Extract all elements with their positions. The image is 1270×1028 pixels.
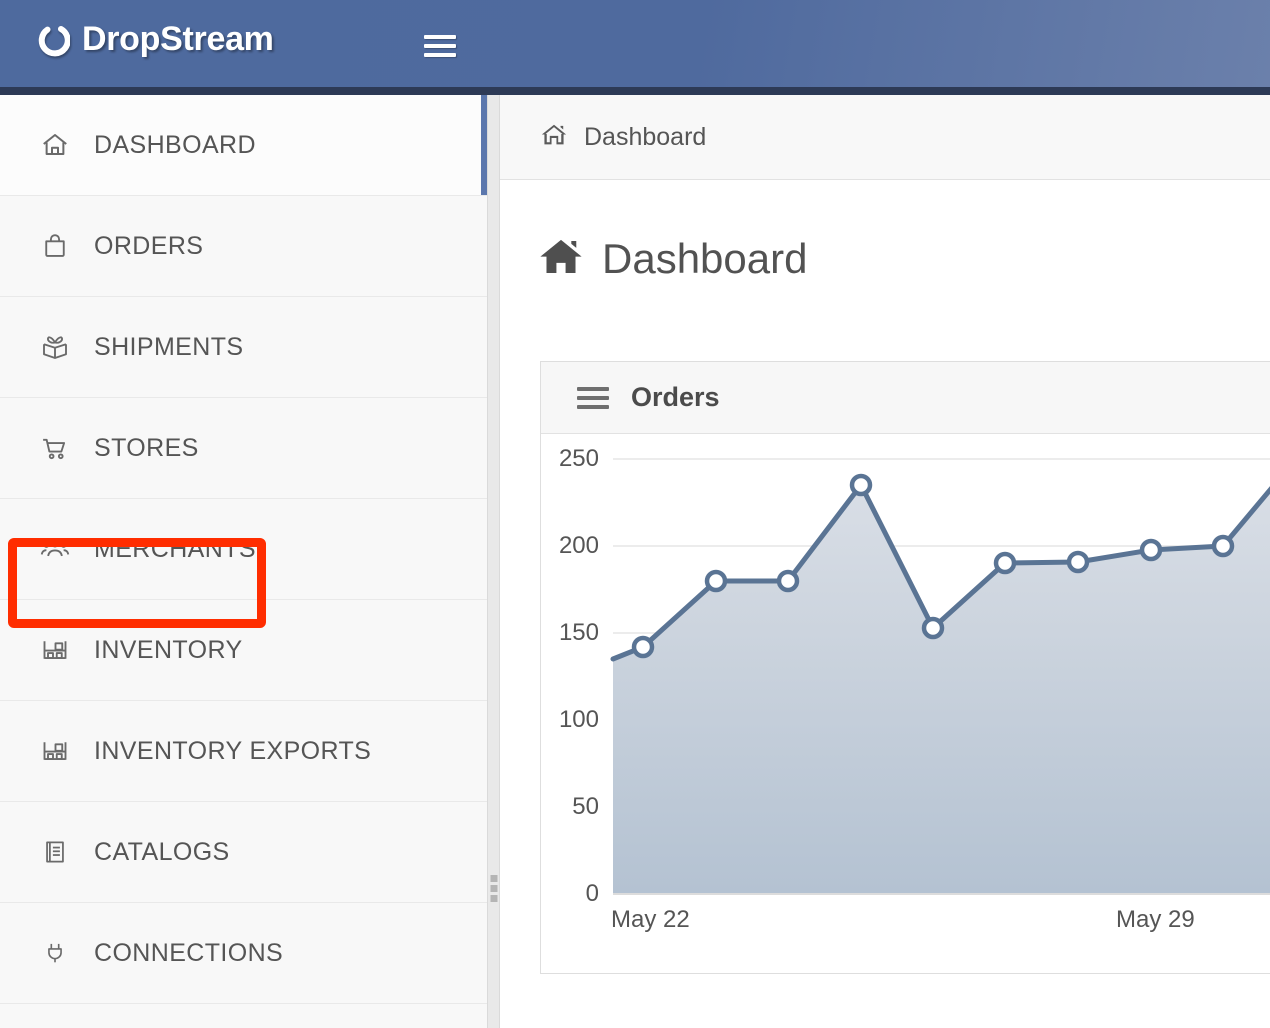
sidebar-item-label: CONNECTIONS: [94, 939, 283, 968]
dropstream-spinner-icon: [38, 23, 70, 57]
y-tick-label: 200: [559, 532, 599, 560]
panel-body: 250 200 150 100 50 0: [541, 434, 1270, 974]
orders-area-chart[interactable]: 250 200 150 100 50 0: [541, 434, 1270, 974]
sidebar-item-inventory[interactable]: INVENTORY: [0, 600, 487, 701]
y-tick-label: 250: [559, 445, 599, 473]
brand-name: DropStream: [82, 20, 274, 59]
warehouse-shelf-icon: [38, 633, 72, 667]
shopping-cart-icon: [38, 431, 72, 465]
sidebar-item-label: SHIPMENTS: [94, 333, 243, 362]
chart-plot-area: [541, 434, 1270, 974]
y-tick-label: 100: [559, 706, 599, 734]
page-header: Dashboard: [500, 180, 1270, 283]
sidebar-item-stores[interactable]: STORES: [0, 398, 487, 499]
sidebar-item-catalogs[interactable]: CATALOGS: [0, 802, 487, 903]
sidebar-item-label: CATALOGS: [94, 838, 230, 867]
y-axis: 250 200 150 100 50 0: [541, 434, 599, 904]
people-icon: [38, 532, 72, 566]
home-icon: [538, 236, 584, 283]
y-tick-label: 50: [572, 793, 599, 821]
panel-header: Orders: [541, 362, 1270, 434]
sidebar-item-label: MERCHANTS: [94, 535, 256, 564]
sidebar-item-shipments[interactable]: SHIPMENTS: [0, 297, 487, 398]
sidebar-item-label: STORES: [94, 434, 199, 463]
orders-panel: Orders 250 200 150 100 50 0: [540, 361, 1270, 974]
page-title: Dashboard: [602, 235, 807, 283]
hamburger-icon[interactable]: [577, 387, 609, 409]
x-tick-label: May 29: [1116, 906, 1195, 934]
sidebar-item-orders[interactable]: ORDERS: [0, 196, 487, 297]
sidebar-item-label: DASHBOARD: [94, 131, 256, 160]
sidebar-item-inventory-exports[interactable]: INVENTORY EXPORTS: [0, 701, 487, 802]
top-header-bar: DropStream: [0, 0, 1270, 95]
sidebar-item-label: ORDERS: [94, 232, 203, 261]
breadcrumb-label[interactable]: Dashboard: [584, 123, 706, 152]
home-icon: [38, 128, 72, 162]
plug-icon: [38, 936, 72, 970]
sidebar-item-label: INVENTORY: [94, 636, 243, 665]
hamburger-icon[interactable]: [424, 32, 456, 60]
warehouse-shelf-icon: [38, 734, 72, 768]
x-tick-label: May 22: [611, 906, 690, 934]
resize-grip-dots-icon: [490, 875, 497, 902]
app-root: DropStream DASHBOARD ORDERS: [0, 0, 1270, 1028]
sidebar-resize-handle[interactable]: [487, 95, 500, 1028]
main-content: Dashboard Dashboard Orders: [500, 95, 1270, 1028]
book-icon: [38, 835, 72, 869]
gift-box-icon: [38, 330, 72, 364]
bag-icon: [38, 229, 72, 263]
y-tick-label: 150: [559, 619, 599, 647]
sidebar-nav: DASHBOARD ORDERS SHIPMENTS: [0, 95, 487, 1028]
panel-title: Orders: [631, 382, 720, 413]
chart-area-fill: [613, 434, 1270, 894]
sidebar-item-connections[interactable]: CONNECTIONS: [0, 903, 487, 1004]
sidebar-item-dashboard[interactable]: DASHBOARD: [0, 95, 487, 196]
y-tick-label: 0: [586, 880, 599, 908]
breadcrumb: Dashboard: [500, 95, 1270, 180]
sidebar-item-merchants[interactable]: MERCHANTS: [0, 499, 487, 600]
sidebar-item-label: INVENTORY EXPORTS: [94, 737, 371, 766]
home-icon: [540, 122, 568, 153]
brand-logo[interactable]: DropStream: [38, 20, 274, 59]
